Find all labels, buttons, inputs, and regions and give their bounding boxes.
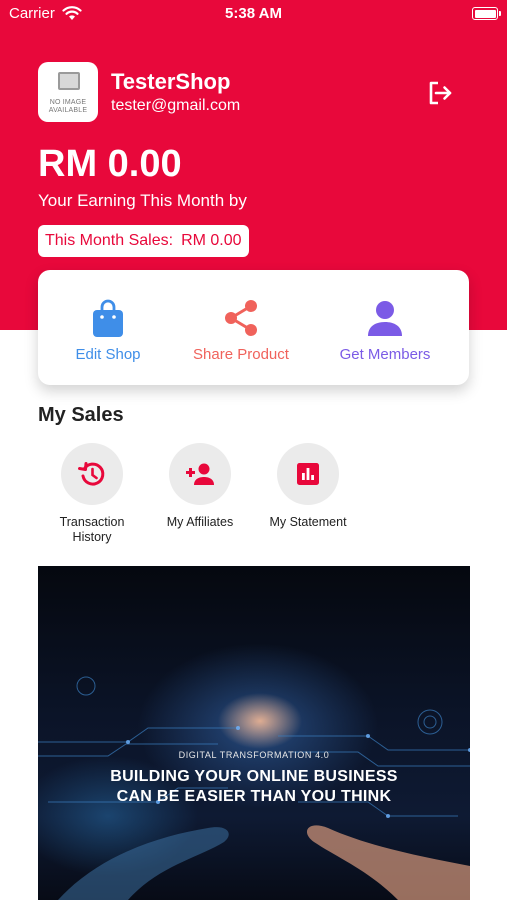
status-bar: Carrier 5:38 AM xyxy=(0,0,507,28)
monthly-sales-badge: This Month Sales: RM 0.00 xyxy=(38,225,249,257)
icon-circle xyxy=(169,443,231,505)
history-icon xyxy=(78,462,105,486)
share-product-button[interactable]: Share Product xyxy=(184,298,298,368)
my-statement-label: My Statement xyxy=(269,515,347,529)
get-members-label: Get Members xyxy=(339,346,431,363)
banner-headline-line1: BUILDING YOUR ONLINE BUSINESS xyxy=(110,768,398,785)
shop-email: tester@gmail.com xyxy=(111,97,241,114)
promo-banner[interactable]: DIGITAL TRANSFORMATION 4.0 BUILDING YOUR… xyxy=(38,566,470,900)
earning-amount: RM 0.00 xyxy=(38,143,182,185)
image-placeholder-icon xyxy=(58,72,80,90)
banner-kicker: DIGITAL TRANSFORMATION 4.0 xyxy=(178,750,330,760)
icon-circle xyxy=(61,443,123,505)
edit-shop-button[interactable]: Edit Shop xyxy=(58,298,158,368)
bar-chart-icon xyxy=(297,463,319,485)
person-icon xyxy=(368,301,402,336)
share-product-label: Share Product xyxy=(193,346,289,363)
earning-label: Your Earning This Month by xyxy=(38,191,247,210)
add-person-icon xyxy=(186,463,214,485)
transaction-history-button[interactable]: Transaction History xyxy=(42,443,142,545)
shop-logo[interactable]: NO IMAGE AVAILABLE xyxy=(38,62,98,122)
get-members-button[interactable]: Get Members xyxy=(328,298,442,368)
share-icon xyxy=(225,300,257,336)
monthly-sales-label: This Month Sales: xyxy=(45,232,174,249)
transaction-history-label: Transaction History xyxy=(59,515,125,544)
my-sales-title: My Sales xyxy=(38,404,124,426)
battery-icon xyxy=(472,7,501,20)
action-card: Edit Shop Share Product Get Members xyxy=(38,270,469,385)
icon-circle xyxy=(277,443,339,505)
shop-name: TesterShop xyxy=(111,69,231,94)
edit-shop-label: Edit Shop xyxy=(75,346,141,363)
status-time: 5:38 AM xyxy=(225,5,282,22)
my-affiliates-label: My Affiliates xyxy=(166,515,234,529)
banner-headline-line2: CAN BE EASIER THAN YOU THINK xyxy=(116,788,392,805)
logout-icon[interactable] xyxy=(427,80,453,106)
my-statement-button[interactable]: My Statement xyxy=(258,443,358,530)
circuit-illustration xyxy=(38,676,470,900)
my-affiliates-button[interactable]: My Affiliates xyxy=(150,443,250,530)
shopping-bag-icon xyxy=(93,299,123,337)
logo-placeholder-text: NO IMAGE AVAILABLE xyxy=(48,99,88,114)
monthly-sales-amount: RM 0.00 xyxy=(181,232,242,249)
